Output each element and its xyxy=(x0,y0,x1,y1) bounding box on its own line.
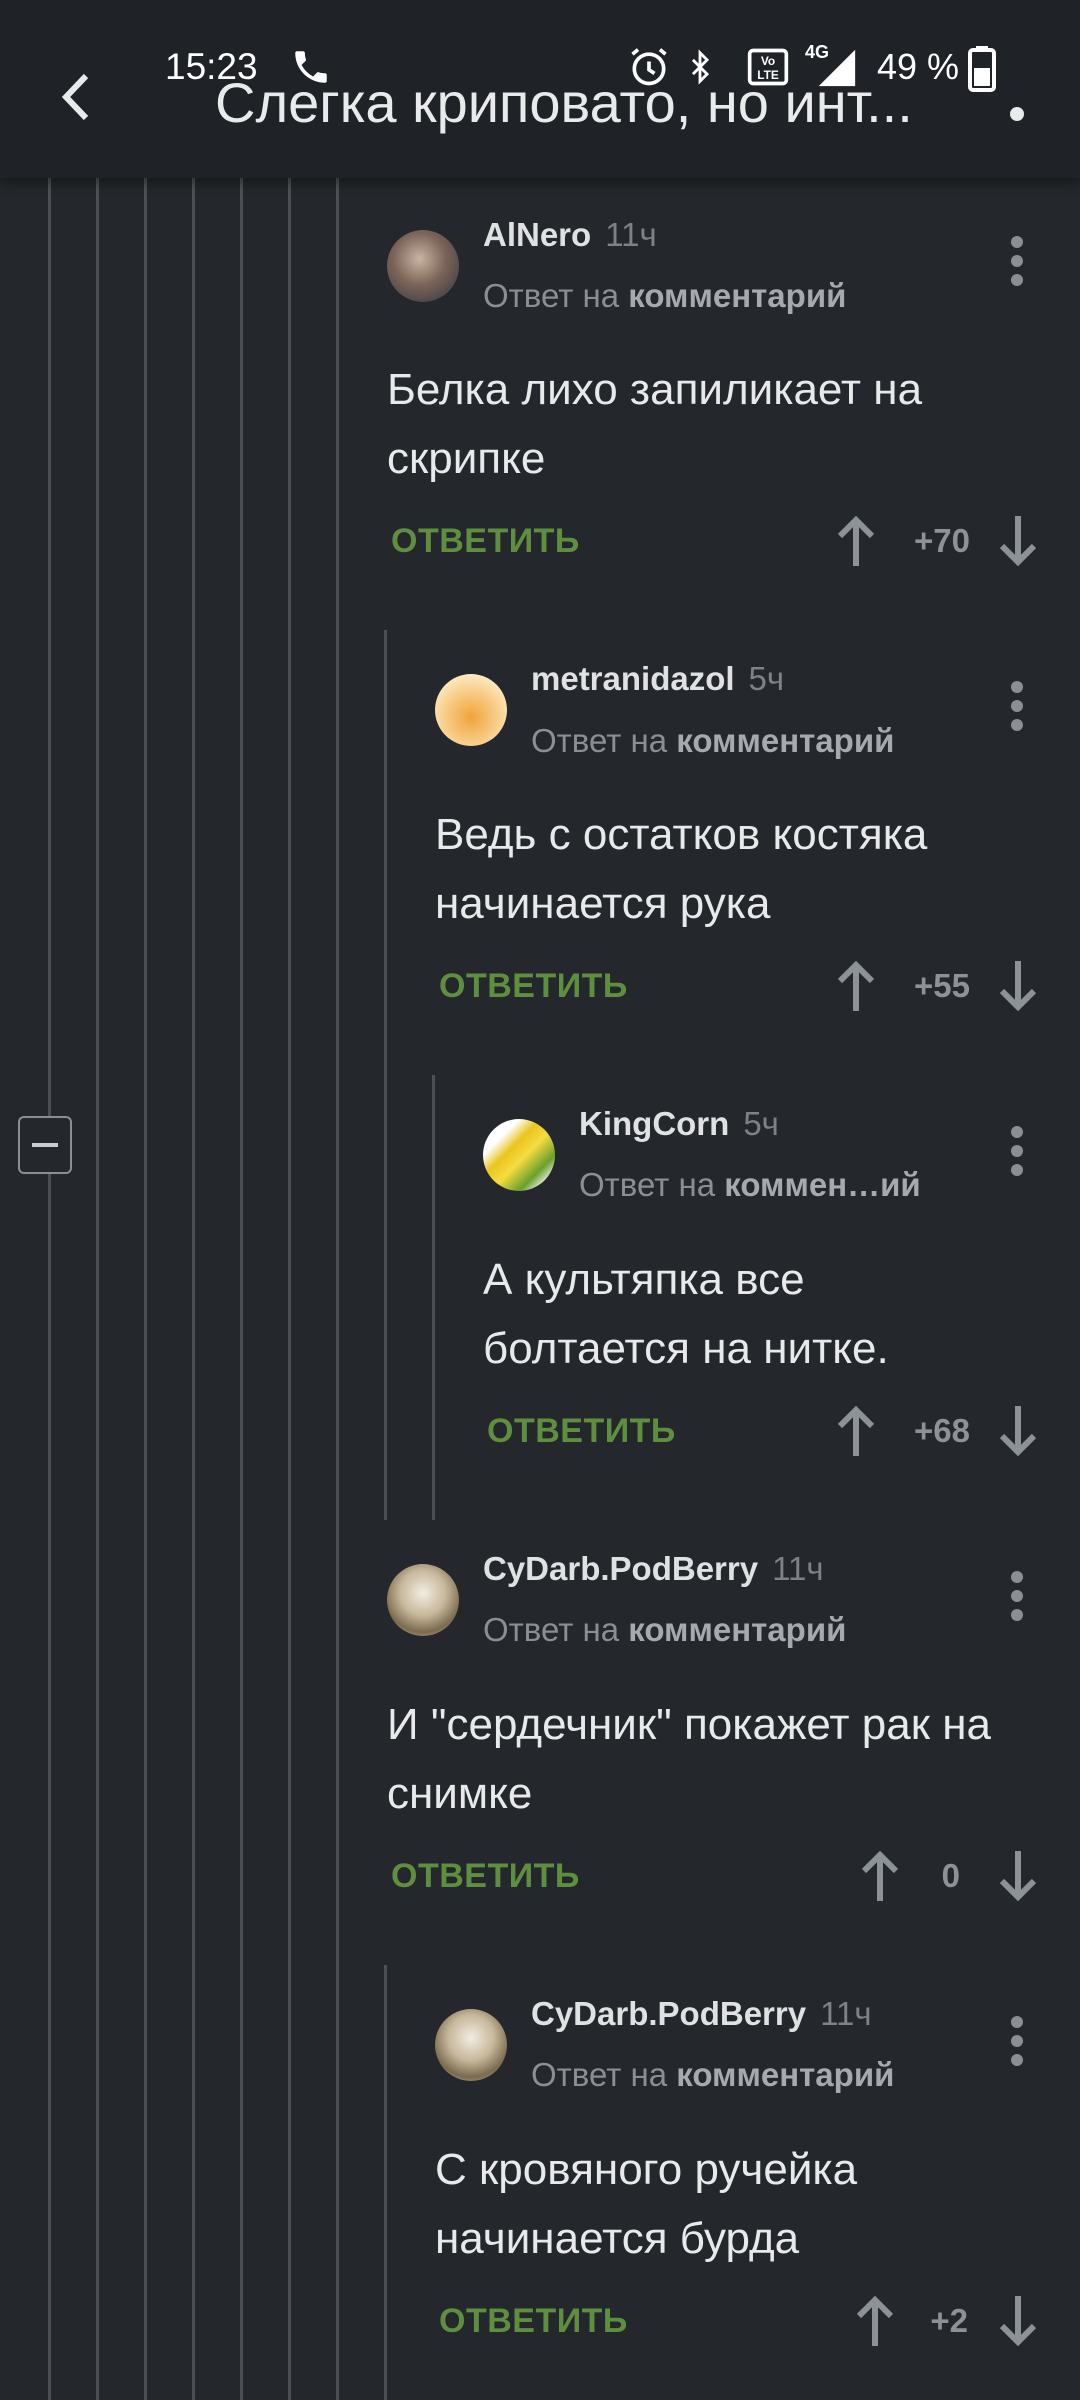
thread-line xyxy=(336,178,339,2400)
comment-author[interactable]: CyDarb.PodBerry 11ч xyxy=(483,1550,824,1588)
comment-text: И "сердечник" покажет рак на снимке xyxy=(387,1700,991,1818)
comment-score: +68 xyxy=(914,1412,970,1449)
reply-to-link[interactable]: Ответ на комментарий xyxy=(483,1611,846,1649)
reply-to-link[interactable]: Ответ на комментарий xyxy=(483,277,846,315)
comment-score: +2 xyxy=(930,2302,968,2339)
back-arrow-icon[interactable] xyxy=(56,70,96,124)
downvote-arrow-icon[interactable] xyxy=(998,2294,1038,2348)
downvote-arrow-icon[interactable] xyxy=(998,1404,1038,1458)
thread-line xyxy=(240,178,243,2400)
comment-score: 0 xyxy=(941,1857,960,1894)
avatar[interactable] xyxy=(387,1564,459,1636)
comment-author[interactable]: KingCorn 5ч xyxy=(579,1105,779,1143)
reply-button[interactable]: ОТВЕТИТЬ xyxy=(391,522,580,561)
more-options-icon[interactable] xyxy=(1005,2016,1029,2066)
reply-target[interactable]: коммен…ий xyxy=(724,1166,921,1203)
thread-line xyxy=(288,178,291,2400)
more-options-icon[interactable] xyxy=(1005,1571,1029,1621)
reply-button[interactable]: ОТВЕТИТЬ xyxy=(439,967,628,1006)
comment-text: С кровяного ручейка начинается бурда xyxy=(435,2145,858,2263)
thread-line xyxy=(432,1075,435,1520)
comment-time: 5ч xyxy=(748,660,785,697)
upvote-arrow-icon[interactable] xyxy=(836,1404,876,1458)
battery-icon xyxy=(968,46,996,92)
downvote-arrow-icon[interactable] xyxy=(998,1849,1038,1903)
reply-prefix: Ответ на xyxy=(531,2056,668,2093)
thread-line xyxy=(192,178,195,2400)
comment-author[interactable]: metranidazol 5ч xyxy=(531,660,784,698)
reply-to-link[interactable]: Ответ на комментарий xyxy=(531,722,894,760)
downvote-arrow-icon[interactable] xyxy=(998,514,1038,568)
thread-line xyxy=(96,178,99,2400)
reply-target[interactable]: комментарий xyxy=(628,1611,846,1648)
reply-target[interactable]: комментарий xyxy=(628,277,846,314)
upvote-arrow-icon[interactable] xyxy=(836,959,876,1013)
avatar[interactable] xyxy=(483,1119,555,1191)
reply-button[interactable]: ОТВЕТИТЬ xyxy=(439,2302,628,2341)
reply-target[interactable]: комментарий xyxy=(676,2056,894,2093)
reply-target[interactable]: комментарий xyxy=(676,722,894,759)
username[interactable]: CyDarb.PodBerry xyxy=(483,1550,758,1587)
comment-text: Ведь с остатков костяка начинается рука xyxy=(435,810,928,928)
upvote-arrow-icon[interactable] xyxy=(836,514,876,568)
comment-time: 11ч xyxy=(605,216,657,253)
comment-time: 11ч xyxy=(772,1550,824,1587)
comment-author[interactable]: AlNero 11ч xyxy=(483,216,657,254)
reply-to-link[interactable]: Ответ на коммен…ий xyxy=(579,1166,921,1204)
more-options-icon[interactable] xyxy=(1005,236,1029,286)
thread-line xyxy=(48,178,51,2400)
reply-prefix: Ответ на xyxy=(531,722,668,759)
comment-author[interactable]: CyDarb.PodBerry 11ч xyxy=(531,1995,872,2033)
collapse-thread-button[interactable] xyxy=(18,1116,72,1174)
username[interactable]: KingCorn xyxy=(579,1105,729,1142)
downvote-arrow-icon[interactable] xyxy=(998,959,1038,1013)
comment-text: А культяпка все болтается на нитке. xyxy=(483,1255,889,1373)
reply-prefix: Ответ на xyxy=(579,1166,716,1203)
comment-text: Белка лихо запиликает на скрипке xyxy=(387,365,923,483)
reply-prefix: Ответ на xyxy=(483,277,620,314)
thread-line xyxy=(384,630,387,1520)
top-app-bar: 15:23 Vo LTE 4G 49 % Слегка криповато, но… xyxy=(0,0,1080,178)
comment-score: +55 xyxy=(914,967,970,1004)
avatar[interactable] xyxy=(387,230,459,302)
more-options-icon[interactable] xyxy=(1005,1126,1029,1176)
reply-prefix: Ответ на xyxy=(483,1611,620,1648)
thread-line xyxy=(144,178,147,2400)
avatar[interactable] xyxy=(435,674,507,746)
reply-button[interactable]: ОТВЕТИТЬ xyxy=(391,1857,580,1896)
thread-line xyxy=(384,1965,387,2400)
username[interactable]: metranidazol xyxy=(531,660,735,697)
comment-time: 11ч xyxy=(820,1995,872,2032)
avatar[interactable] xyxy=(435,2009,507,2081)
comment-score: +70 xyxy=(914,522,970,559)
more-vert-icon[interactable] xyxy=(1005,102,1029,126)
reply-button[interactable]: ОТВЕТИТЬ xyxy=(487,1412,676,1451)
comment-time: 5ч xyxy=(743,1105,779,1142)
username[interactable]: AlNero xyxy=(483,216,591,253)
reply-to-link[interactable]: Ответ на комментарий xyxy=(531,2056,894,2094)
page-title: Слегка криповато, но инт... xyxy=(215,71,913,134)
username[interactable]: CyDarb.PodBerry xyxy=(531,1995,806,2032)
svg-text:Vo: Vo xyxy=(761,54,775,68)
more-options-icon[interactable] xyxy=(1005,681,1029,731)
